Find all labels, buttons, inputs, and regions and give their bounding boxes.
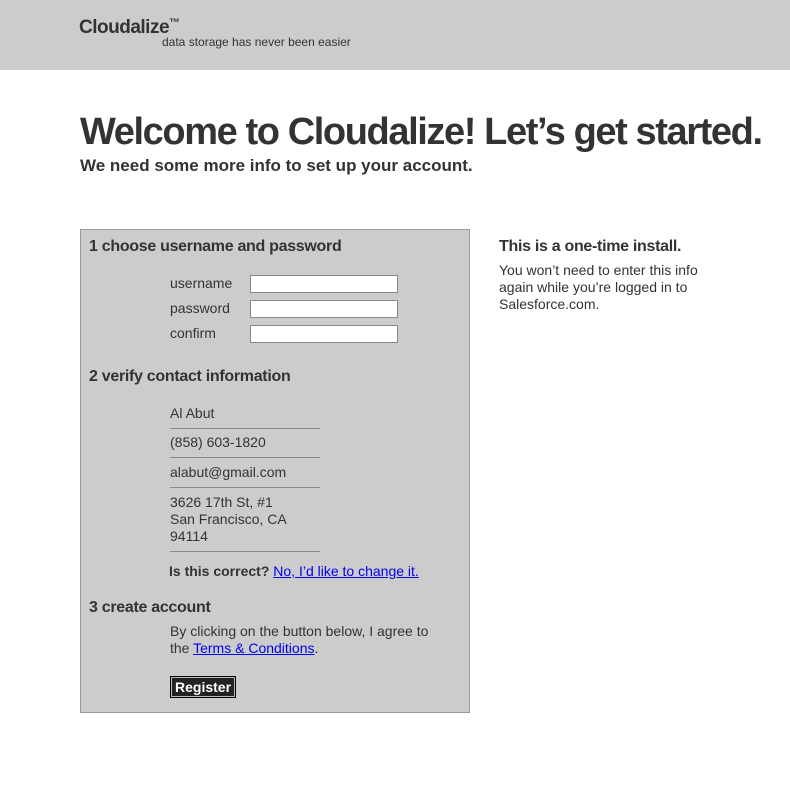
- tagline: data storage has never been easier: [162, 35, 351, 49]
- contact-address: 3626 17th St, #1 San Francisco, CA 94114: [170, 494, 320, 552]
- terms-agreement: By clicking on the button below, I agree…: [170, 623, 435, 657]
- confirm-label: confirm: [170, 325, 216, 341]
- page-subtitle: We need some more info to set up your ac…: [80, 156, 473, 175]
- change-contact-link[interactable]: No, I’d like to change it.: [273, 563, 419, 579]
- sidebar-text: You won’t need to enter this info again …: [499, 262, 698, 312]
- sidebar-title: This is a one-time install.: [499, 238, 682, 255]
- terms-link[interactable]: Terms & Conditions: [193, 640, 314, 656]
- header-bar: Cloudalize™ data storage has never been …: [0, 0, 790, 70]
- username-label: username: [170, 275, 233, 291]
- step3-title: 3 create account: [89, 599, 211, 616]
- register-button[interactable]: Register: [170, 676, 237, 698]
- address-line-2: San Francisco, CA: [170, 511, 287, 527]
- contact-name: Al Abut: [170, 405, 320, 429]
- address-line-3: 94114: [170, 528, 208, 544]
- page-title: Welcome to Cloudalize! Let’s get started…: [80, 111, 763, 153]
- contact-email: alabut@gmail.com: [170, 464, 320, 488]
- password-input[interactable]: [250, 300, 398, 318]
- step2-title: 2 verify contact information: [89, 368, 291, 385]
- password-label: password: [170, 300, 230, 316]
- username-input[interactable]: [250, 275, 398, 293]
- confirm-contact-row: Is this correct? No, I’d like to change …: [169, 563, 419, 579]
- confirm-password-input[interactable]: [250, 325, 398, 343]
- confirm-question: Is this correct?: [169, 563, 270, 579]
- step1-title: 1 choose username and password: [89, 238, 342, 255]
- contact-phone: (858) 603-1820: [170, 434, 320, 458]
- address-line-1: 3626 17th St, #1: [170, 494, 273, 510]
- agree-text-end: .: [314, 640, 319, 656]
- logo-text: Cloudalize: [79, 17, 170, 38]
- registration-form: 1 choose username and password username …: [80, 229, 470, 713]
- trademark-mark: ™: [169, 17, 181, 29]
